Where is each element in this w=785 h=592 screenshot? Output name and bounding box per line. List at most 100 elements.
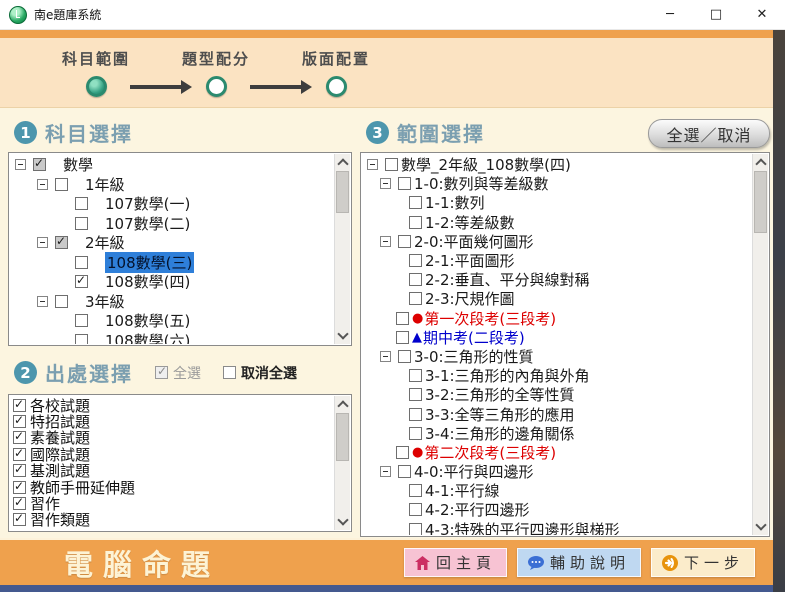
- tree-item[interactable]: ● 第一次段考(三段考): [363, 309, 751, 328]
- tree-checkbox[interactable]: [75, 197, 88, 211]
- tree-item[interactable]: 1-1:數列: [363, 193, 751, 212]
- tree-checkbox[interactable]: [409, 503, 422, 517]
- tree-checkbox[interactable]: [55, 234, 68, 250]
- expand-toggle-icon[interactable]: [380, 235, 391, 247]
- tree-item-label[interactable]: 4-3:特殊的平行四邊形與梯形: [425, 519, 620, 535]
- tree-checkbox[interactable]: [75, 333, 88, 344]
- tree-item[interactable]: 1-2:等差級數: [363, 213, 751, 232]
- tree-item-label[interactable]: 4-1:平行線: [425, 480, 500, 501]
- tree-item-label[interactable]: 108數學(三): [105, 251, 195, 273]
- tree-item[interactable]: 2-0:平面幾何圖形: [363, 232, 751, 251]
- next-step-button[interactable]: 下一步: [650, 548, 755, 577]
- tree-item[interactable]: 2-3:尺規作圖: [363, 289, 751, 308]
- tree-item[interactable]: 107數學(一): [11, 194, 333, 214]
- tree-item-label[interactable]: 3-3:全等三角形的應用: [425, 404, 575, 425]
- tree-item-label[interactable]: 2年級: [85, 232, 125, 253]
- tree-item-label[interactable]: 4-0:平行與四邊形: [414, 461, 534, 482]
- expand-toggle-icon[interactable]: [367, 159, 378, 171]
- list-checkbox[interactable]: [13, 413, 26, 429]
- tree-item-label[interactable]: 2-0:平面幾何圖形: [414, 231, 534, 252]
- scrollbar-thumb[interactable]: [754, 171, 767, 233]
- tree-checkbox[interactable]: [409, 292, 422, 306]
- tree-item-label[interactable]: 1年級: [85, 174, 125, 195]
- close-button[interactable]: ✕: [739, 0, 785, 29]
- tree-item[interactable]: 4-1:平行線: [363, 481, 751, 500]
- scrollbar-thumb[interactable]: [336, 171, 349, 213]
- tree-item-label[interactable]: 數學: [63, 155, 93, 175]
- tree-item[interactable]: 1-0:數列與等差級數: [363, 174, 751, 193]
- expand-toggle-icon[interactable]: [37, 295, 48, 307]
- scrollbar-thumb[interactable]: [336, 413, 349, 461]
- tree-checkbox[interactable]: [409, 196, 422, 210]
- tree-checkbox[interactable]: [398, 349, 411, 363]
- scroll-up-icon[interactable]: [753, 155, 768, 170]
- range-tree-scrollbar[interactable]: [752, 154, 768, 535]
- tree-checkbox[interactable]: [33, 156, 46, 172]
- tree-checkbox[interactable]: [385, 158, 398, 172]
- tree-item[interactable]: 4-0:平行與四邊形: [363, 462, 751, 481]
- tree-item[interactable]: 1年級: [11, 175, 333, 195]
- tree-item-label[interactable]: 3-2:三角形的全等性質: [425, 384, 575, 405]
- tree-checkbox[interactable]: [75, 273, 88, 289]
- list-checkbox[interactable]: [13, 495, 26, 511]
- tree-item[interactable]: 3年級: [11, 292, 333, 312]
- tree-item[interactable]: 107數學(二): [11, 214, 333, 234]
- list-checkbox[interactable]: [13, 429, 26, 445]
- tree-item[interactable]: 2-1:平面圖形: [363, 251, 751, 270]
- tree-checkbox[interactable]: [396, 330, 409, 344]
- tree-item-label[interactable]: 108數學(四): [105, 271, 190, 292]
- scroll-down-icon[interactable]: [753, 519, 768, 534]
- tree-checkbox[interactable]: [409, 522, 422, 535]
- tree-item-label[interactable]: 1-1:數列: [425, 192, 485, 213]
- list-checkbox[interactable]: [13, 397, 26, 412]
- source-list-scrollbar[interactable]: [334, 396, 350, 530]
- tree-item[interactable]: 數學: [11, 155, 333, 175]
- tree-item[interactable]: 108數學(五): [11, 311, 333, 331]
- wizard-step[interactable]: 題型配分: [182, 48, 250, 97]
- tree-checkbox[interactable]: [75, 314, 88, 328]
- tree-checkbox[interactable]: [396, 445, 409, 459]
- tree-item[interactable]: 2-2:垂直、平分與線對稱: [363, 270, 751, 289]
- tree-checkbox[interactable]: [75, 216, 88, 230]
- deselect-all-checkbox[interactable]: [223, 366, 236, 379]
- tree-item-label[interactable]: 108數學(六): [105, 330, 190, 344]
- tree-item[interactable]: 3-0:三角形的性質: [363, 347, 751, 366]
- minimize-button[interactable]: ─: [647, 0, 693, 29]
- tree-checkbox[interactable]: [75, 255, 88, 269]
- tree-checkbox[interactable]: [396, 311, 409, 325]
- tree-item[interactable]: ▲ 期中考(二段考): [363, 328, 751, 347]
- tree-checkbox[interactable]: [409, 273, 422, 287]
- wizard-step[interactable]: 科目範圍: [62, 48, 130, 97]
- tree-checkbox[interactable]: [398, 465, 411, 479]
- tree-item-label[interactable]: 2-3:尺規作圖: [425, 288, 515, 309]
- list-checkbox[interactable]: [13, 511, 26, 527]
- tree-checkbox[interactable]: [409, 369, 422, 383]
- tree-checkbox[interactable]: [409, 426, 422, 440]
- wizard-step[interactable]: 版面配置: [302, 48, 370, 97]
- scroll-up-icon[interactable]: [335, 155, 350, 170]
- list-item-label[interactable]: 習作類題: [30, 509, 90, 530]
- home-button[interactable]: 回主頁: [403, 548, 507, 577]
- expand-toggle-icon[interactable]: [37, 178, 48, 190]
- tree-item[interactable]: 3-1:三角形的內角與外角: [363, 366, 751, 385]
- select-all-toggle-button[interactable]: 全選／取消: [648, 119, 770, 148]
- tree-checkbox[interactable]: [398, 234, 411, 248]
- subject-tree-scrollbar[interactable]: [334, 154, 350, 344]
- tree-item-label[interactable]: 數學_2年級_108數學(四): [401, 155, 571, 175]
- scroll-down-icon[interactable]: [335, 328, 350, 343]
- tree-item[interactable]: 4-3:特殊的平行四邊形與梯形: [363, 520, 751, 535]
- tree-item[interactable]: 數學_2年級_108數學(四): [363, 155, 751, 174]
- tree-checkbox[interactable]: [55, 294, 68, 308]
- tree-checkbox[interactable]: [409, 407, 422, 421]
- tree-checkbox[interactable]: [409, 484, 422, 498]
- expand-toggle-icon[interactable]: [380, 178, 391, 190]
- tree-item-label[interactable]: 第一次段考(三段考): [424, 308, 556, 329]
- tree-item-label[interactable]: 108數學(五): [105, 310, 190, 331]
- tree-item[interactable]: 108數學(四): [11, 272, 333, 292]
- list-checkbox[interactable]: [13, 479, 26, 494]
- scroll-down-icon[interactable]: [335, 514, 350, 529]
- help-button[interactable]: 輔助說明: [516, 548, 641, 577]
- tree-item-label[interactable]: 107數學(一): [105, 193, 190, 214]
- tree-item-label[interactable]: 107數學(二): [105, 213, 190, 234]
- tree-item[interactable]: 3-3:全等三角形的應用: [363, 404, 751, 425]
